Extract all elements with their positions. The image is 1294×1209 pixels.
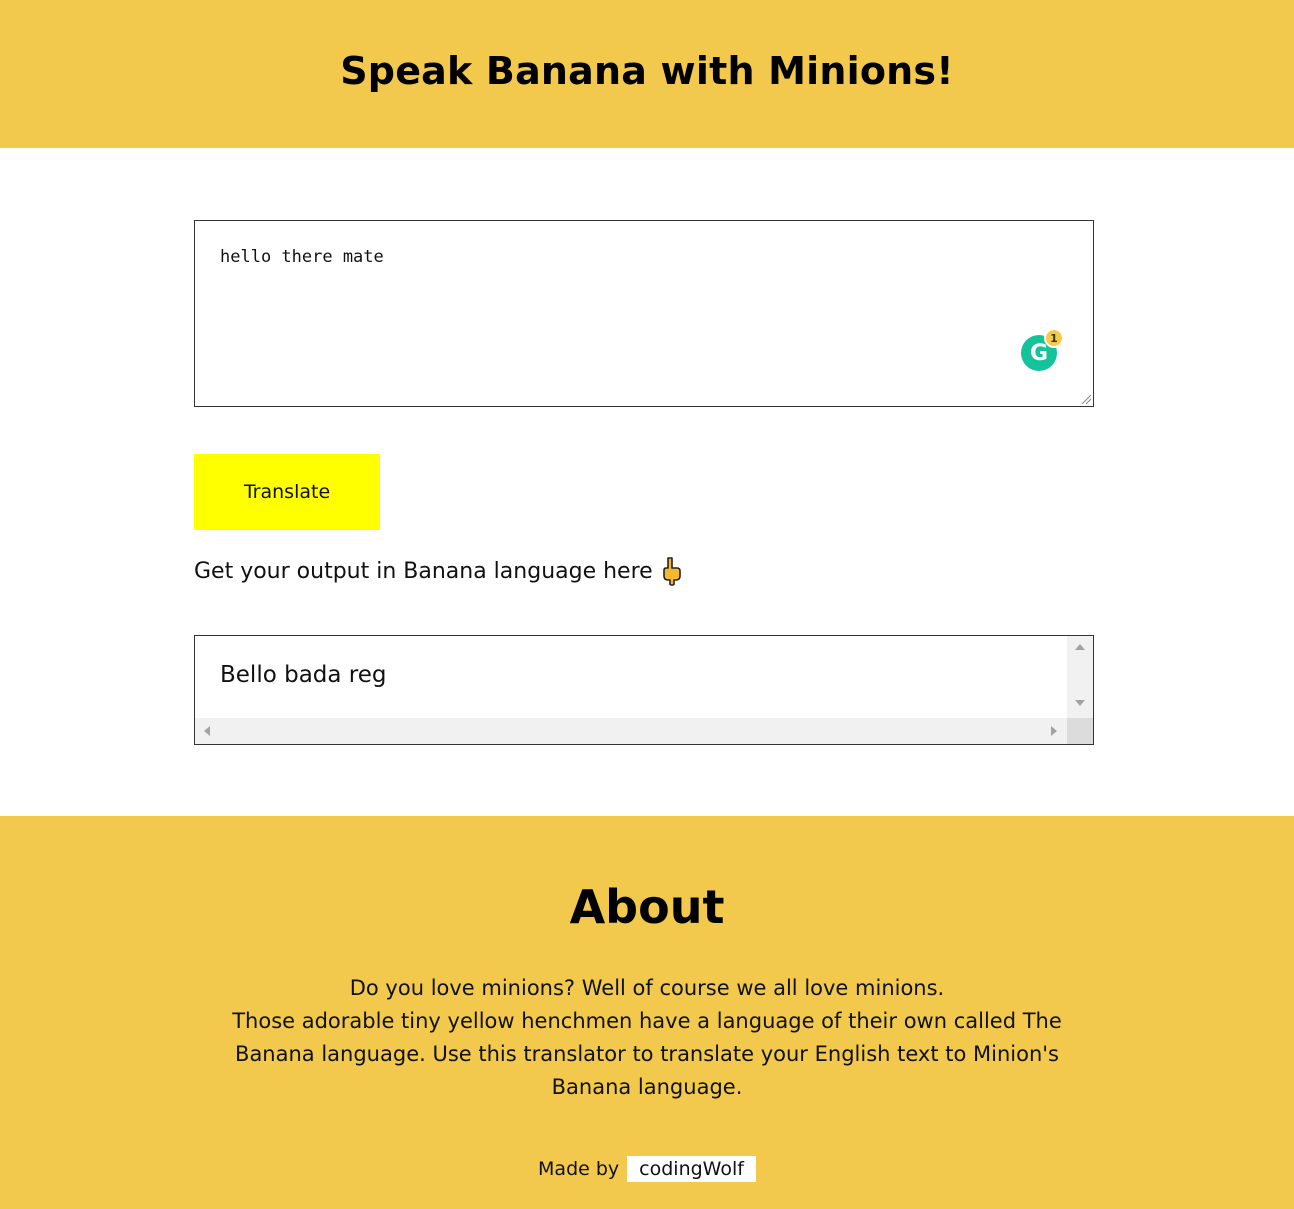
- author-link[interactable]: codingWolf: [627, 1156, 756, 1182]
- scroll-down-icon[interactable]: [1075, 700, 1085, 706]
- grammarly-badge: 1: [1044, 328, 1064, 348]
- about-section: About Do you love minions? Well of cours…: [0, 816, 1294, 1209]
- horizontal-scrollbar[interactable]: [195, 718, 1067, 744]
- scroll-up-icon[interactable]: [1075, 644, 1085, 650]
- credit: Made by codingWolf: [0, 1156, 1294, 1182]
- input-textarea-container: G 1: [194, 220, 1094, 407]
- about-heading: About: [569, 880, 725, 934]
- output-label-text: Get your output in Banana language here: [194, 558, 653, 584]
- grammarly-icon[interactable]: G 1: [1021, 328, 1064, 371]
- made-by-label: Made by: [538, 1158, 620, 1180]
- resize-grip-icon[interactable]: [1080, 393, 1092, 405]
- vertical-scrollbar[interactable]: [1067, 636, 1093, 718]
- output-box: Bello bada reg: [194, 635, 1094, 745]
- output-text: Bello bada reg: [220, 662, 387, 688]
- scroll-right-icon[interactable]: [1051, 726, 1057, 736]
- scroll-corner: [1067, 718, 1093, 744]
- about-line-2: Those adorable tiny yellow henchmen have…: [232, 1009, 1062, 1099]
- about-text: Do you love minions? Well of course we a…: [200, 972, 1094, 1104]
- output-label: Get your output in Banana language here: [194, 556, 683, 586]
- about-line-1: Do you love minions? Well of course we a…: [349, 976, 945, 1000]
- page-header: Speak Banana with Minions!: [0, 0, 1294, 148]
- scroll-left-icon[interactable]: [204, 726, 210, 736]
- pointing-down-hand-icon: [662, 557, 681, 586]
- input-textarea[interactable]: [195, 221, 1093, 406]
- translate-button[interactable]: Translate: [194, 454, 380, 530]
- page-title: Speak Banana with Minions!: [340, 49, 954, 93]
